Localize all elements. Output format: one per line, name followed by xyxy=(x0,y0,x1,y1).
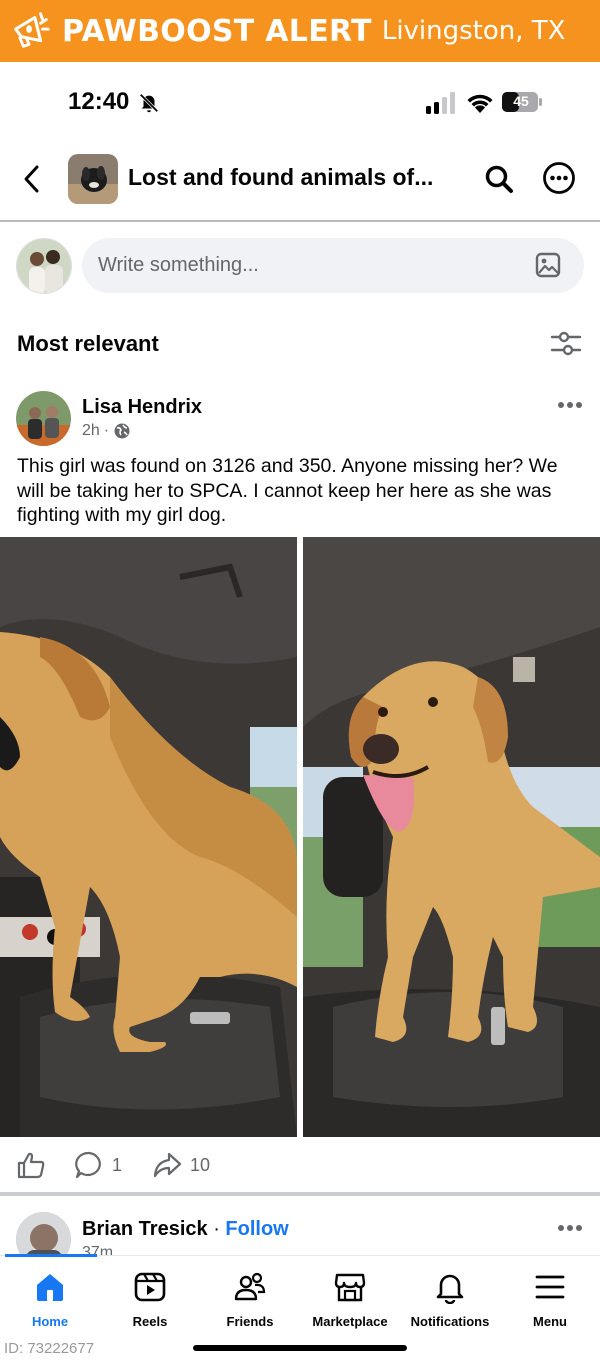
dog-photo-front-view xyxy=(303,537,600,1137)
group-avatar[interactable] xyxy=(68,154,118,204)
next-post-header: Brian Tresick · Follow xyxy=(82,1218,289,1241)
tab-reels[interactable]: Reels xyxy=(100,1270,200,1329)
status-bar: 12:40 45 xyxy=(0,84,600,124)
user-avatar[interactable] xyxy=(16,238,72,294)
photo-id-label: ID: 73222677 xyxy=(4,1340,95,1357)
couple-photo-thumbnail xyxy=(17,239,71,293)
author-photo-thumbnail xyxy=(16,391,71,446)
filter-sliders-icon[interactable] xyxy=(550,330,582,358)
feed-sort-label: Most relevant xyxy=(17,331,159,356)
banner-location: Livingston, TX xyxy=(381,16,566,46)
search-icon[interactable] xyxy=(484,164,514,194)
post-time[interactable]: 2h xyxy=(82,422,100,440)
back-arrow-icon[interactable] xyxy=(20,164,44,194)
post-photo-1[interactable] xyxy=(0,537,297,1137)
active-tab-indicator xyxy=(5,1254,97,1257)
tab-marketplace-label: Marketplace xyxy=(312,1314,388,1329)
pawboost-banner: PAWBOOST ALERT Livingston, TX xyxy=(0,0,600,62)
header-divider xyxy=(0,220,600,222)
photo-icon[interactable] xyxy=(534,251,562,279)
reels-icon xyxy=(134,1272,166,1302)
follow-button[interactable]: Follow xyxy=(225,1218,288,1240)
like-button[interactable] xyxy=(16,1150,54,1180)
tab-notifications-label: Notifications xyxy=(410,1314,490,1329)
tab-home[interactable]: Home xyxy=(0,1270,100,1329)
composer-placeholder: Write something... xyxy=(98,254,259,276)
tab-marketplace[interactable]: Marketplace xyxy=(300,1270,400,1329)
share-count: 10 xyxy=(190,1154,211,1175)
friends-icon xyxy=(234,1272,266,1301)
group-title[interactable]: Lost and found animals of... xyxy=(128,164,433,191)
post-actions: 1 10 xyxy=(0,1146,600,1186)
tab-notifications[interactable]: Notifications xyxy=(400,1270,500,1329)
comment-count: 1 xyxy=(112,1154,123,1175)
tab-home-label: Home xyxy=(31,1314,69,1329)
comment-icon xyxy=(75,1151,101,1179)
wifi-icon xyxy=(467,94,493,113)
bell-icon xyxy=(436,1274,464,1304)
like-icon xyxy=(17,1152,45,1179)
tab-friends-label: Friends xyxy=(226,1314,274,1329)
home-icon xyxy=(37,1274,63,1301)
meta-separator: · xyxy=(103,422,110,439)
post-body-text: This girl was found on 3126 and 350. Any… xyxy=(17,455,558,526)
banner-brand: PAWBOOST ALERT xyxy=(62,13,372,49)
post-photo-2[interactable] xyxy=(303,537,600,1137)
share-icon xyxy=(153,1152,182,1178)
marketplace-icon xyxy=(334,1273,366,1302)
comment-button[interactable]: 1 xyxy=(74,1150,122,1180)
dog-puppy-thumbnail xyxy=(68,154,118,204)
post-author-name[interactable]: Lisa Hendrix xyxy=(82,396,202,419)
tab-friends[interactable]: Friends xyxy=(200,1270,300,1329)
signal-icon xyxy=(426,92,455,114)
tab-menu-label: Menu xyxy=(533,1314,567,1329)
dog-photo-side-view xyxy=(0,537,297,1137)
share-button[interactable]: 10 xyxy=(152,1150,210,1180)
battery-level: 45 xyxy=(513,93,529,109)
group-header: Lost and found animals of... xyxy=(0,150,600,208)
status-time: 12:40 xyxy=(68,88,130,115)
more-options-icon[interactable] xyxy=(542,161,576,195)
post-author-avatar[interactable] xyxy=(16,391,71,446)
next-post-author-name[interactable]: Brian Tresick xyxy=(82,1218,208,1240)
post-composer[interactable]: Write something... xyxy=(82,238,584,293)
post-more-icon[interactable] xyxy=(556,396,584,414)
menu-icon xyxy=(535,1275,565,1299)
tab-reels-label: Reels xyxy=(132,1314,168,1329)
post-separator xyxy=(0,1192,600,1196)
globe-icon xyxy=(114,423,130,439)
post-meta: 2h · xyxy=(82,422,131,440)
home-indicator[interactable] xyxy=(193,1345,407,1351)
megaphone-icon xyxy=(14,12,50,48)
name-separator: · xyxy=(213,1218,220,1240)
bell-muted-icon xyxy=(139,93,159,113)
next-post-more-icon[interactable] xyxy=(556,1219,584,1237)
tab-menu[interactable]: Menu xyxy=(500,1270,600,1329)
